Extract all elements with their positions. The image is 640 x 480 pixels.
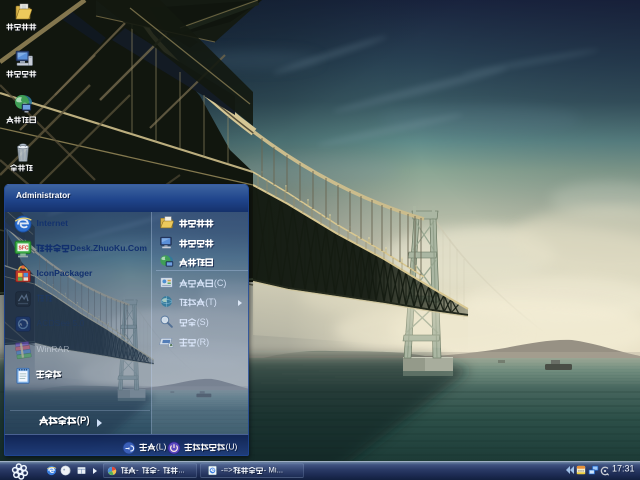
svg-text:WinRAR: WinRAR (37, 345, 70, 354)
svg-text:IconPackager: IconPackager (37, 269, 94, 278)
svg-text:-: - (157, 467, 160, 475)
svg-text:SFC: SFC (19, 246, 29, 252)
svg-text:ACDSee 5.0: ACDSee 5.0 (37, 319, 85, 328)
svg-text:(P): (P) (77, 416, 90, 427)
svg-text:-: - (136, 467, 139, 475)
svg-text:Internet: Internet (37, 219, 69, 228)
svg-text:Desk.ZhuoKu.Com: Desk.ZhuoKu.Com (70, 244, 147, 253)
svg-text:(S): (S) (197, 318, 209, 327)
svg-text:- Mi...: - Mi... (264, 467, 284, 475)
svg-text:(R): (R) (197, 338, 210, 347)
svg-text:(T): (T) (205, 298, 217, 307)
svg-text:(L): (L) (156, 443, 167, 452)
svg-text:(C): (C) (214, 279, 227, 288)
svg-text:17:31: 17:31 (612, 465, 635, 474)
svg-text:...: ... (178, 467, 185, 475)
svg-text:(U): (U) (226, 443, 238, 452)
